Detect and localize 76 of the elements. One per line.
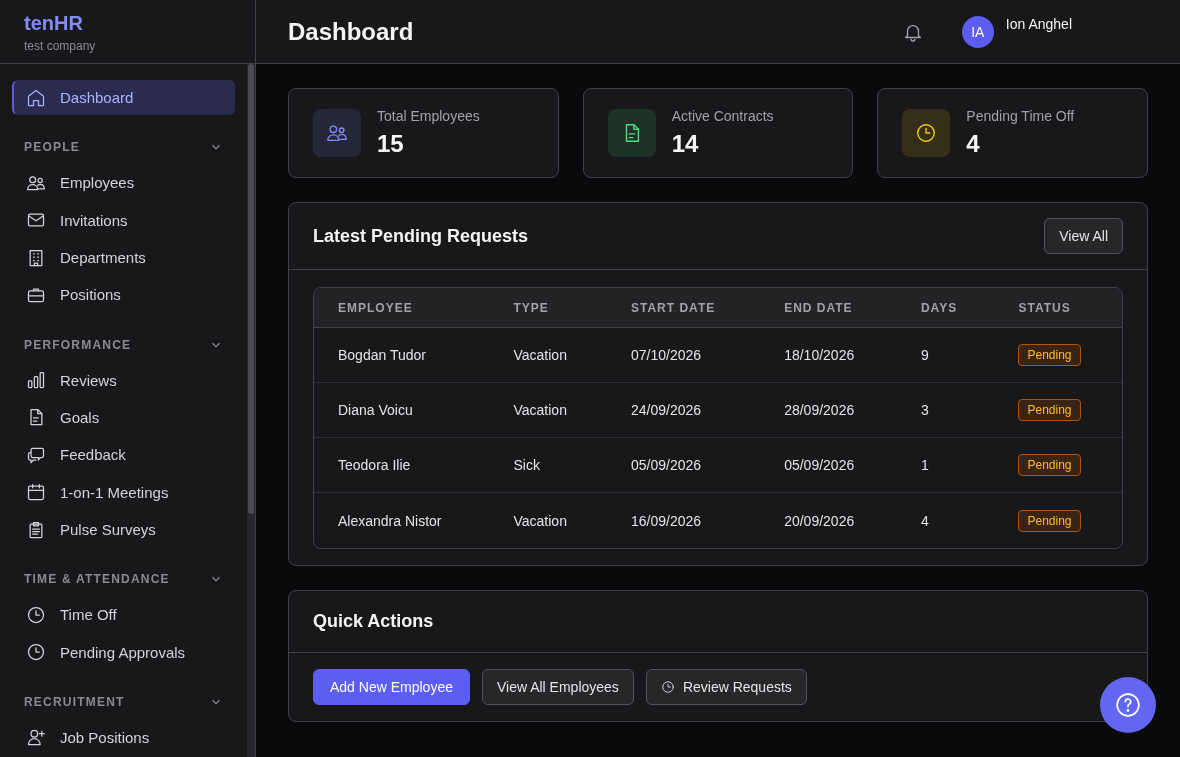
section-heading: PEOPLE — [24, 140, 80, 155]
action-button[interactable]: Review Requests — [645, 669, 807, 705]
action-button[interactable]: Add New Employee — [313, 669, 470, 705]
table-cell: 20/09/2026 — [784, 512, 855, 529]
column-header: START DATE — [607, 288, 761, 328]
stat-label: Total Employees — [377, 108, 480, 124]
clock-icon — [26, 604, 46, 625]
stat-value: 4 — [966, 130, 981, 158]
column-header: TYPE — [489, 288, 607, 328]
section-heading: RECRUITMENT — [24, 694, 125, 709]
user-plus-icon — [26, 727, 46, 748]
help-button[interactable] — [1100, 677, 1156, 733]
nav-item[interactable]: Positions — [12, 277, 235, 313]
calendar-icon — [26, 482, 46, 503]
card-title: Quick Actions — [313, 611, 434, 632]
home-icon — [26, 87, 46, 108]
action-button[interactable]: View All Employees — [481, 669, 634, 705]
table-cell: Vacation — [513, 347, 567, 363]
section-heading: TIME & ATTENDANCE — [24, 572, 170, 587]
nav-item[interactable]: Feedback — [12, 437, 235, 473]
nav-item[interactable]: Time Off — [12, 597, 235, 633]
nav-item[interactable]: Departments — [12, 239, 235, 276]
table-cell: 05/09/2026 — [784, 457, 855, 473]
nav-item[interactable]: Dashboard — [12, 80, 235, 116]
stat-label: Active Contracts — [671, 108, 774, 124]
scrollbar[interactable] — [247, 64, 255, 757]
table-cell: Diana Voicu — [338, 402, 413, 418]
table-cell: 1 — [920, 457, 929, 473]
status-badge: Pending — [1018, 454, 1081, 476]
people-icon — [326, 122, 348, 144]
nav-item[interactable]: Pending Approvals — [12, 634, 235, 670]
stat-value: 14 — [671, 130, 700, 158]
company-name: test company — [24, 39, 97, 53]
table-cell: 3 — [920, 402, 929, 418]
page-title: Dashboard — [288, 17, 415, 46]
table-cell: Teodora Ilie — [338, 457, 411, 473]
table-cell: Vacation — [513, 512, 567, 529]
table-cell: 24/09/2026 — [631, 402, 702, 418]
section-heading: PERFORMANCE — [24, 337, 132, 352]
user-avatar[interactable]: IA — [961, 15, 994, 48]
status-badge: Pending — [1018, 399, 1081, 421]
nav-item[interactable]: Job Positions — [12, 719, 235, 755]
nav-item[interactable]: 1-on-1 Meetings — [12, 474, 235, 510]
table-cell: Vacation — [513, 402, 567, 418]
table-cell: Bogdan Tudor — [338, 347, 426, 363]
bar-chart-icon — [26, 370, 46, 391]
app-logo[interactable]: tenHR — [24, 12, 231, 35]
clock-icon — [915, 122, 938, 144]
stat-value: 15 — [377, 130, 405, 158]
table-cell: 16/09/2026 — [631, 512, 702, 529]
nav-item[interactable]: Goals — [12, 399, 235, 436]
column-header: DAYS — [896, 288, 995, 328]
table-cell: 4 — [920, 512, 929, 529]
user-name[interactable]: Ion Anghel — [1005, 16, 1072, 32]
nav-item[interactable]: Invitations — [12, 202, 235, 238]
table-cell: 9 — [920, 347, 929, 363]
nav-item[interactable]: Employees — [12, 165, 235, 201]
view-all-button[interactable]: View All — [1044, 218, 1123, 254]
stat-label: Pending Time Off — [966, 108, 1075, 124]
status-badge: Pending — [1018, 344, 1081, 366]
nav-item[interactable]: Reviews — [12, 362, 235, 398]
column-header: EMPLOYEE — [314, 288, 490, 328]
status-badge: Pending — [1018, 509, 1081, 532]
table-cell: 05/09/2026 — [631, 457, 702, 473]
table-cell: 07/10/2026 — [631, 347, 702, 363]
table-cell: Sick — [513, 457, 540, 473]
table-cell: 28/09/2026 — [784, 402, 855, 418]
help-icon — [1115, 692, 1141, 718]
card-title: Latest Pending Requests — [313, 225, 529, 247]
table-cell: 18/10/2026 — [784, 347, 855, 363]
table-cell: Alexandra Nistor — [338, 512, 442, 529]
clock-icon — [26, 642, 46, 663]
clock-icon — [660, 680, 675, 694]
column-header: END DATE — [760, 288, 897, 328]
column-header: STATUS — [994, 288, 1122, 328]
nav-item[interactable]: Pulse Surveys — [12, 511, 235, 548]
